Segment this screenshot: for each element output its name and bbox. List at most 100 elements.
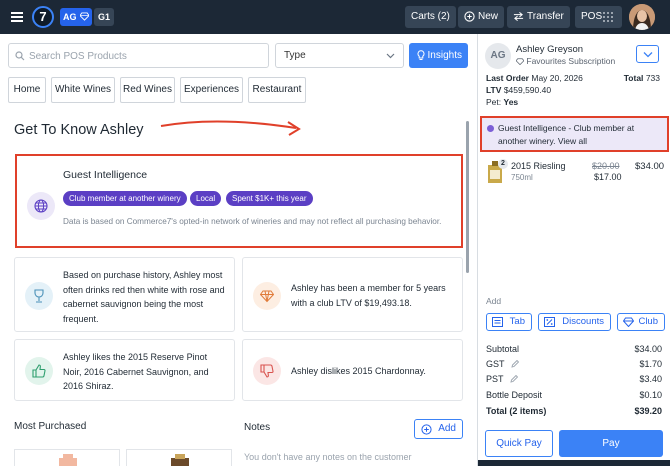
annotation-arrow	[160, 120, 301, 136]
search-input[interactable]	[29, 48, 259, 64]
carts-button[interactable]: Carts (2)	[405, 6, 456, 28]
tab-experiences[interactable]: Experiences	[180, 77, 243, 103]
search-icon	[15, 51, 25, 61]
summary-label: Bottle Deposit	[486, 390, 543, 400]
tab-home[interactable]: Home	[8, 77, 46, 103]
customer-expand-button[interactable]	[636, 45, 659, 63]
search-field[interactable]	[8, 43, 269, 68]
customer-avatar: AG	[485, 43, 511, 69]
product-thumbnail[interactable]	[14, 449, 120, 466]
carts-label: Carts (2)	[411, 11, 450, 22]
scrollbar[interactable]	[466, 121, 469, 273]
ltv-label: LTV	[486, 85, 502, 95]
diamond-icon	[253, 282, 281, 310]
summary-value: $34.00	[634, 344, 662, 354]
item-size: 750ml	[511, 173, 533, 182]
summary-label: Subtotal	[486, 344, 520, 354]
item-name: 2015 Riesling	[511, 161, 566, 171]
tab-button[interactable]: Tab	[486, 313, 532, 331]
user-avatar[interactable]	[629, 4, 655, 30]
summary-total: Total (2 items) $39.20	[486, 406, 662, 418]
diamond-icon	[515, 58, 525, 66]
insights-button[interactable]: Insights	[409, 43, 468, 68]
add-note-label: Add	[438, 423, 456, 434]
insight-text: Ashley dislikes 2015 Chardonnay.	[291, 366, 426, 376]
group-badge-g1[interactable]: G1	[94, 8, 114, 26]
most-purchased-heading: Most Purchased	[14, 421, 87, 432]
summary-bottle-deposit: Bottle Deposit $0.10	[486, 390, 662, 402]
user-photo	[629, 4, 655, 30]
guest-intelligence-title: Guest Intelligence	[63, 169, 148, 181]
total-orders: Total 733	[624, 73, 660, 83]
user-badge-ag[interactable]: AG	[60, 8, 92, 26]
notes-empty-text: You don't have any notes on the customer	[244, 452, 412, 462]
subscription-label: Favourites Subscription	[526, 56, 616, 66]
bottom-strip	[478, 460, 670, 466]
diamond-icon	[80, 12, 89, 21]
commerce7-logo[interactable]: 7	[32, 6, 54, 28]
cart-panel: AG Ashley Greyson Favourites Subscriptio…	[477, 34, 670, 466]
guest-intelligence-banner-text: Guest Intelligence - Club member at anot…	[498, 123, 635, 146]
type-select[interactable]: Type	[275, 43, 404, 68]
info-dot-icon	[487, 125, 494, 132]
plus-circle-icon	[464, 11, 475, 22]
plus-circle-icon	[421, 424, 432, 435]
insights-label: Insights	[427, 50, 462, 61]
page-title: Get To Know Ashley	[14, 122, 144, 138]
menu-icon[interactable]	[11, 12, 23, 22]
transfer-button[interactable]: Transfer	[507, 6, 570, 28]
customer-name[interactable]: Ashley Greyson	[516, 44, 583, 55]
summary-value: $39.20	[634, 406, 662, 416]
summary-label: GST	[486, 359, 505, 369]
customer-subscription: Favourites Subscription	[515, 56, 616, 66]
discounts-button[interactable]: Discounts	[538, 313, 611, 331]
item-line-total: $34.00	[635, 161, 665, 172]
tab-red-wines[interactable]: Red Wines	[120, 77, 175, 103]
new-button[interactable]: New	[458, 6, 505, 28]
pay-button[interactable]: Pay	[559, 430, 663, 457]
summary-value: $1.70	[639, 359, 662, 369]
club-button-label: Club	[638, 316, 658, 327]
guest-intelligence-banner[interactable]: Guest Intelligence - Club member at anot…	[480, 116, 669, 152]
pet-line: Pet: Yes	[486, 97, 518, 107]
cart-item[interactable]: 2 2015 Riesling 750ml $20.00 $17.00 $34.…	[478, 158, 670, 185]
chevron-down-icon	[643, 52, 653, 58]
insight-card-purchase-history: Based on purchase history, Ashley most o…	[14, 257, 235, 332]
globe-icon	[27, 192, 55, 220]
transfer-label: Transfer	[527, 11, 564, 22]
quick-pay-button[interactable]: Quick Pay	[485, 430, 553, 457]
new-label: New	[478, 11, 499, 22]
tab-white-wines[interactable]: White Wines	[51, 77, 115, 103]
pos-button[interactable]: POS	[575, 6, 622, 28]
last-order-line: Last Order May 20, 2026	[486, 73, 583, 83]
total-value: 733	[645, 73, 660, 83]
badge-ag-label: AG	[63, 12, 77, 22]
insight-text: Based on purchase history, Ashley most o…	[63, 270, 225, 324]
guest-intelligence-panel: Guest Intelligence Club member at anothe…	[15, 154, 463, 248]
summary-value: $3.40	[639, 374, 662, 384]
tab-icon	[492, 317, 503, 327]
item-quantity: 2	[498, 159, 508, 169]
last-order-label: Last Order	[486, 73, 529, 83]
grid-icon	[603, 12, 613, 22]
pencil-icon[interactable]	[510, 375, 518, 383]
tag-local: Local	[190, 191, 222, 206]
product-thumbnail[interactable]	[126, 449, 232, 466]
club-button[interactable]: Club	[617, 313, 665, 331]
insight-text: Ashley has been a member for 5 years wit…	[291, 283, 446, 308]
item-sale-price: $17.00	[594, 172, 622, 182]
total-label: Total	[623, 73, 644, 83]
pencil-icon[interactable]	[511, 360, 519, 368]
summary-label: PST	[486, 374, 504, 384]
item-original-price: $20.00	[592, 161, 620, 171]
top-bar: 7 AG G1 Carts (2) New Transfer POS	[0, 0, 670, 34]
summary-label: Total (2 items)	[486, 406, 547, 416]
lightbulb-icon	[417, 50, 425, 60]
guest-intelligence-note: Data is based on Commerce7's opted-in ne…	[63, 217, 442, 226]
chevron-down-icon	[386, 53, 395, 59]
tab-restaurant[interactable]: Restaurant	[248, 77, 306, 103]
add-note-button[interactable]: Add	[414, 419, 463, 439]
pet-label: Pet:	[486, 97, 502, 107]
tag-club-member: Club member at another winery	[63, 191, 187, 206]
insight-card-dislikes: Ashley dislikes 2015 Chardonnay.	[242, 339, 463, 401]
